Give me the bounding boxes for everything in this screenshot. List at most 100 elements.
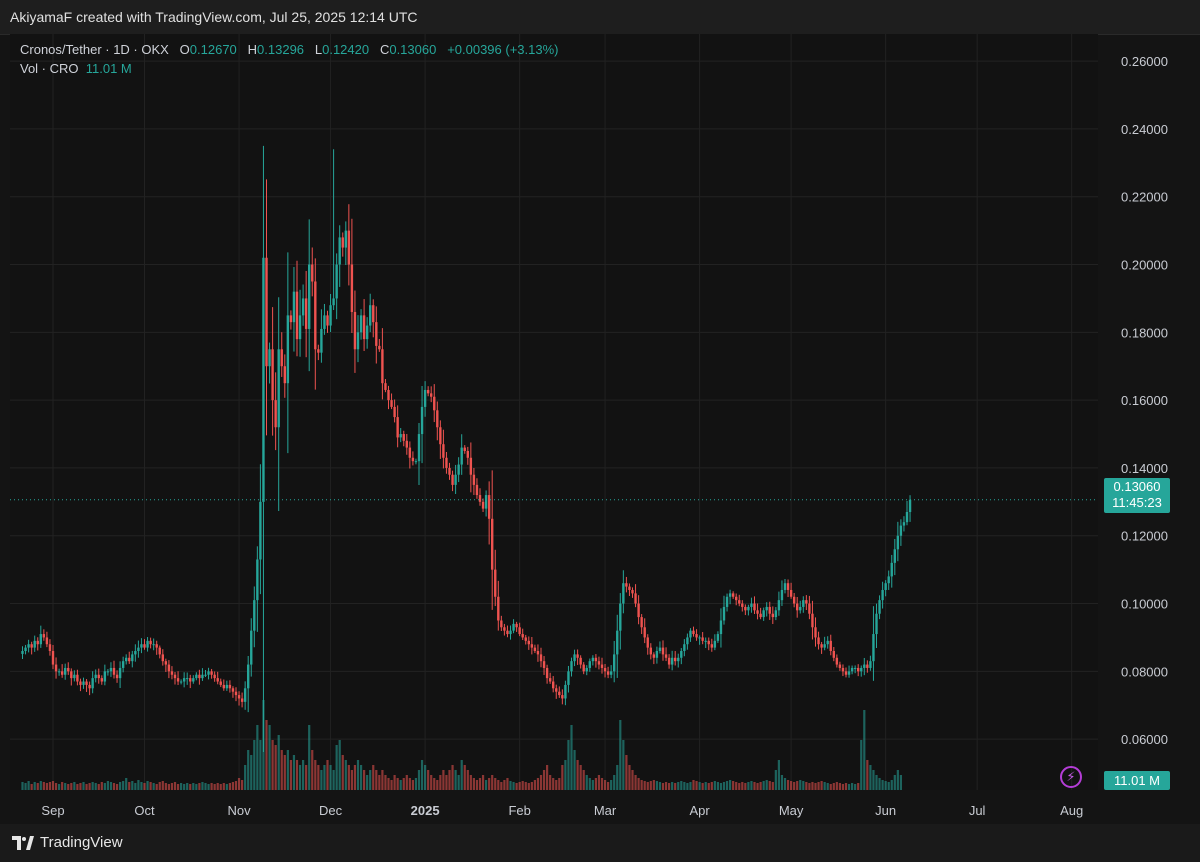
volume-bar [799, 780, 802, 790]
candle-body [600, 664, 604, 668]
volume-bar [759, 782, 762, 790]
volume-bar [414, 778, 418, 790]
close-label: C [379, 42, 390, 57]
open-value: 0.12670 [189, 42, 237, 57]
candle-body [808, 603, 811, 614]
volume-bar [878, 778, 881, 790]
volume-bar [390, 780, 393, 790]
y-tick-label: 0.16000 [1121, 393, 1168, 408]
candle-body [356, 332, 360, 350]
volume-bar [677, 782, 680, 790]
candle-body [182, 678, 186, 682]
volume-bar [564, 760, 567, 790]
volume-bar [91, 782, 94, 790]
volume-bar [756, 783, 759, 790]
volume-bar [515, 783, 518, 790]
volume-bar [106, 781, 109, 790]
volume-bar [201, 782, 204, 790]
candle-body [262, 257, 265, 502]
candle-body [884, 583, 887, 590]
y-tick-label: 0.10000 [1121, 597, 1168, 612]
candle-body [228, 684, 232, 689]
candle-body [295, 291, 299, 340]
volume-bar [488, 778, 491, 790]
candlestick-chart[interactable]: 0.26000 0.24000 0.22000 0.20000 0.18000 0.160… [0, 34, 1200, 824]
candle-body [82, 681, 85, 685]
volume-bar [216, 783, 219, 790]
candle-body [698, 637, 701, 639]
candle-body [36, 640, 39, 645]
volume-bar [655, 781, 658, 790]
volume-bar [896, 770, 899, 790]
candle-body [472, 474, 476, 485]
bar-countdown: 11:45:23 [1112, 495, 1162, 510]
volume-bar [668, 783, 671, 790]
y-tick-label: 0.12000 [1121, 529, 1168, 544]
volume-bar [128, 782, 131, 790]
candle-body [670, 657, 674, 665]
symbol-label: Cronos/Tether · 1D · OKX [20, 42, 169, 57]
volume-bar [356, 760, 360, 790]
candle-body [85, 681, 88, 685]
volume-bar [539, 775, 543, 790]
volume-row: Vol · CRO 11.01 M [20, 59, 559, 78]
candle-body [634, 593, 637, 604]
volume-bar [305, 765, 308, 790]
x-tick-label: Aug [1060, 803, 1083, 818]
brand[interactable]: TradingView [12, 834, 123, 851]
candle-body [802, 600, 805, 607]
candle-body [658, 647, 662, 652]
candle-body [146, 640, 149, 648]
volume-bar [500, 782, 503, 790]
candle-body [725, 596, 729, 607]
candle-body [771, 613, 774, 618]
volume-bar [256, 725, 259, 790]
volume-bar [457, 775, 460, 790]
volume-bar [765, 780, 768, 790]
candle-body [747, 606, 750, 611]
candle-body [442, 444, 445, 458]
candle-body [189, 678, 192, 682]
volume-bar [64, 783, 67, 790]
candle-body [609, 671, 613, 675]
candle-body [100, 678, 103, 682]
candle-body [131, 654, 134, 662]
volume-bar [167, 784, 170, 790]
candle-body [817, 637, 820, 645]
volume-bar [82, 782, 85, 790]
volume-bar [170, 783, 174, 790]
volume-bar [119, 782, 122, 790]
candle-body [487, 495, 491, 519]
volume-bar [189, 784, 192, 790]
volume-bar [768, 781, 771, 790]
candle-body [240, 698, 244, 702]
volume-bar [21, 782, 24, 790]
volume-bar [518, 782, 521, 790]
volume-bar [478, 778, 482, 790]
volume-bar [567, 740, 570, 790]
candle-body [91, 678, 94, 689]
lightning-icon[interactable]: ⚡ [1060, 766, 1082, 788]
candle-body [875, 613, 878, 635]
volume-bar [51, 781, 55, 790]
candle-body [234, 691, 238, 696]
candle-body [341, 237, 344, 248]
candle-body [887, 576, 890, 584]
candle-body [372, 305, 375, 323]
candle-body [710, 644, 713, 648]
candle-body [33, 640, 36, 648]
candle-body [121, 661, 125, 668]
candle-body [643, 627, 646, 638]
volume-bar [808, 783, 811, 790]
candle-body [469, 457, 473, 475]
candle-body [301, 298, 305, 316]
volume-bar [439, 775, 442, 790]
candle-body [606, 671, 610, 675]
candle-body [201, 674, 204, 679]
volume-bar [796, 781, 799, 790]
last-price-tag: 0.13060 11:45:23 [1104, 478, 1170, 513]
volume-bar [783, 778, 787, 790]
candle-body [890, 562, 893, 577]
candle-body [411, 457, 415, 462]
candle-body [408, 447, 412, 458]
